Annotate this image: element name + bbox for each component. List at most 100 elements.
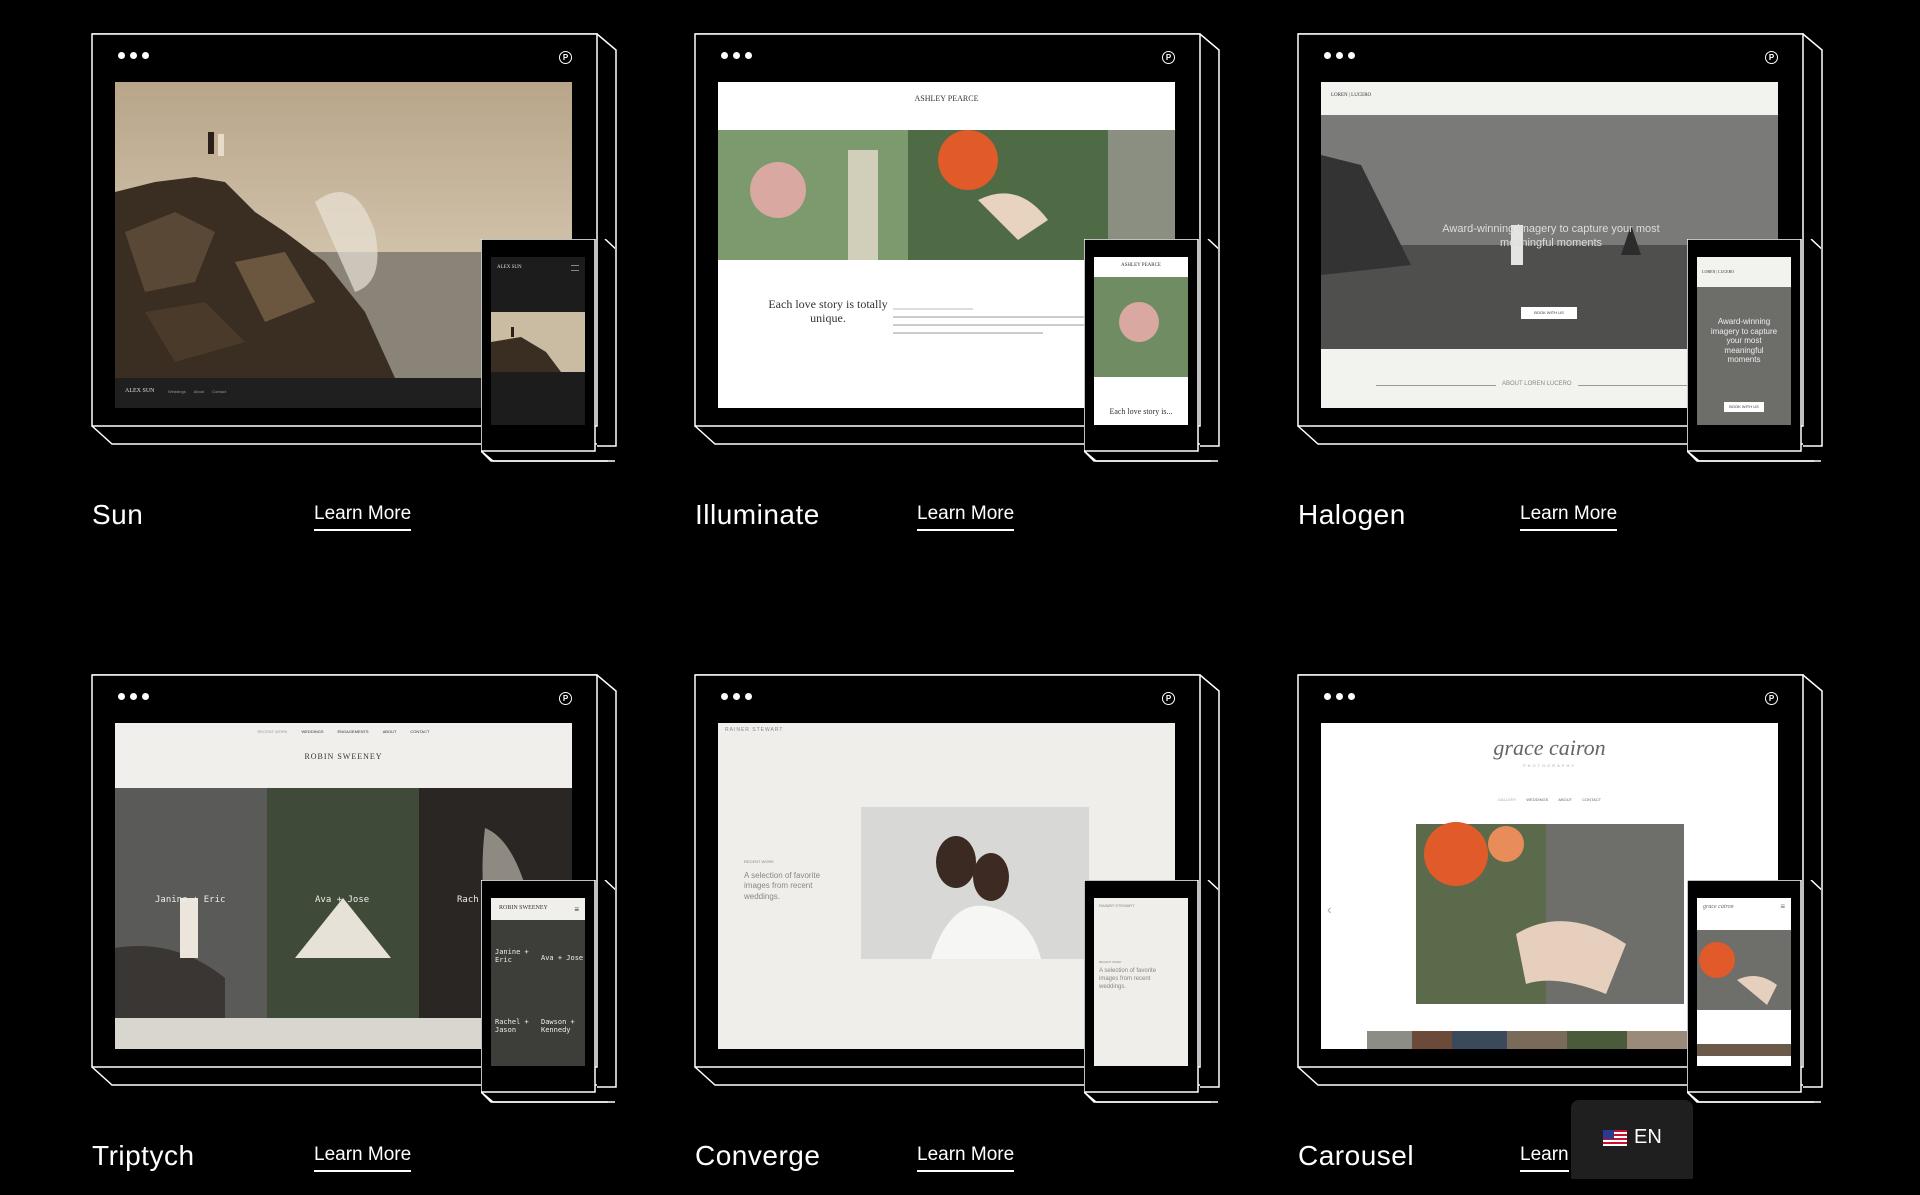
theme-card-triptych: P RECENT WORK WEDDINGS ENGAGEMENTS ABOUT…: [91, 674, 622, 1195]
book-button[interactable]: BOOK WITH US: [1521, 307, 1577, 319]
mobile-preview-screen[interactable]: RAINER STEWART RECENT WORK A selection o…: [1094, 898, 1188, 1066]
mobile-hands-photo: [1697, 930, 1791, 1010]
mobile-mockup: grace cairon ≡: [1686, 879, 1825, 1104]
mobile-preview-screen[interactable]: ROBIN SWEENEY ≡ Janine + Eric Ava + Jose…: [491, 898, 585, 1066]
mobile-rocks-photo: [491, 312, 585, 372]
theme-name: Sun: [92, 499, 144, 530]
nav-item[interactable]: CONTACT: [1582, 797, 1601, 802]
nav-item[interactable]: About: [194, 389, 204, 394]
section-label: RECENT WORK: [744, 859, 774, 864]
mobile-mockup: RAINER STEWART RECENT WORK A selection o…: [1083, 879, 1222, 1104]
mobile-heading: Each love story is...: [1109, 407, 1173, 416]
window-dots-icon: [721, 693, 752, 700]
theme-label-row: Converge Learn More: [695, 1140, 1225, 1180]
panel-label-2: Ava + Jose: [315, 895, 370, 905]
carousel-hands-photo: [1416, 822, 1684, 1004]
site-nav: RECENT WORK WEDDINGS ENGAGEMENTS ABOUT C…: [115, 729, 572, 734]
mobile-preview-screen[interactable]: LOREN | LUCERO Award-winning imagery to …: [1697, 257, 1791, 425]
language-label: EN: [1634, 1126, 1662, 1148]
nav-item[interactable]: ENGAGEMENTS: [337, 729, 368, 734]
mobile-mockup: LOREN | LUCERO Award-winning imagery to …: [1686, 238, 1825, 463]
site-title: ASHLEY PEARCE: [914, 94, 979, 103]
learn-more-link[interactable]: Learn More: [314, 1144, 412, 1172]
site-title: ALEX SUN: [125, 388, 155, 394]
hamburger-menu-icon[interactable]: ≡: [574, 905, 579, 914]
nav-item[interactable]: GALLERY: [1498, 797, 1516, 802]
nav-item[interactable]: CONTACT: [410, 729, 429, 734]
nav-item[interactable]: WEDDINGS: [1526, 797, 1548, 802]
carousel-thumbnail-strip[interactable]: [1367, 1031, 1687, 1049]
mobile-panel-label: Ava + Jose: [541, 954, 584, 962]
theme-label-row: Triptych Learn More: [92, 1140, 622, 1180]
pixieset-logo-icon: P: [1162, 51, 1175, 64]
nav-item[interactable]: RECENT WORK: [258, 729, 288, 734]
mobile-book-button[interactable]: BOOK WITH US: [1724, 402, 1764, 412]
theme-card-carousel: P grace cairon PHOTOGRAPHY GALLERY WEDDI…: [1297, 674, 1828, 1195]
pixieset-logo-icon: P: [1162, 692, 1175, 705]
theme-name: Carousel: [1298, 1140, 1415, 1171]
carousel-prev-arrow-icon[interactable]: ‹: [1327, 901, 1332, 917]
window-dots-icon: [721, 52, 752, 59]
mobile-preview-screen[interactable]: grace cairon ≡: [1697, 898, 1791, 1066]
mobile-hero: Award-winning imagery to capture your mo…: [1710, 317, 1778, 365]
nav-item[interactable]: WEDDINGS: [301, 729, 323, 734]
mobile-panel-label: Dawson + Kennedy: [541, 1018, 575, 1034]
nav-item[interactable]: ABOUT: [383, 729, 397, 734]
learn-more-link[interactable]: Learn More: [917, 1144, 1015, 1172]
pixieset-logo-icon: P: [1765, 51, 1778, 64]
theme-card-sun: P ALEX SUN Weddings About Contact ALEX S…: [91, 33, 622, 554]
mobile-bouquet-photo: [1094, 277, 1188, 377]
theme-label-row: Halogen Learn More: [1298, 499, 1828, 539]
section-caption: A selection of favorite images from rece…: [744, 871, 821, 901]
site-nav: GALLERY WEDDINGS ABOUT CONTACT: [1321, 797, 1778, 802]
site-title: grace cairon: [1493, 735, 1606, 760]
mobile-panel-label: Rachel + Jason: [495, 1018, 529, 1034]
theme-name: Illuminate: [695, 499, 820, 530]
us-flag-icon: [1603, 1130, 1627, 1146]
mobile-caption: A selection of favorite images from rece…: [1099, 968, 1157, 990]
hero-heading: Award-winning imagery to capture your mo…: [1442, 223, 1660, 250]
window-dots-icon: [1324, 693, 1355, 700]
panel-label-1: Janine + Eric: [155, 895, 226, 905]
mobile-mockup: ALEX SUN: [480, 238, 619, 463]
menu-icon[interactable]: [571, 265, 579, 271]
mobile-site-title: ALEX SUN: [497, 265, 522, 270]
mobile-site-title: ASHLEY PEARCE: [1121, 263, 1161, 268]
theme-card-illuminate: P ASHLEY PEARCE Each love story is total…: [694, 33, 1225, 554]
mobile-preview-screen[interactable]: ALEX SUN: [491, 257, 585, 425]
site-title: LOREN | LUCERO: [1331, 93, 1372, 98]
mobile-thumbnail-strip[interactable]: [1697, 1044, 1791, 1056]
nav-item[interactable]: Weddings: [168, 389, 186, 394]
learn-more-link[interactable]: Learn More: [917, 503, 1015, 531]
body-copy: [893, 302, 1093, 340]
footer-label: ABOUT LOREN LUCERO: [1496, 381, 1578, 387]
theme-label-row: Carousel Learn: [1298, 1140, 1828, 1180]
site-title: ROBIN SWEENEY: [304, 752, 383, 761]
theme-label-row: Sun Learn More: [92, 499, 622, 539]
hamburger-menu-icon[interactable]: ≡: [1780, 902, 1785, 911]
theme-name: Halogen: [1298, 499, 1406, 530]
mobile-site-title: ROBIN SWEENEY: [499, 905, 548, 911]
mobile-site-title: LOREN | LUCERO: [1702, 269, 1735, 274]
panel-label-3: Rach: [457, 895, 479, 905]
mobile-section-label: RECENT WORK: [1099, 960, 1122, 964]
mobile-preview-screen[interactable]: ASHLEY PEARCE Each love story is...: [1094, 257, 1188, 425]
language-switcher[interactable]: EN: [1571, 1100, 1693, 1179]
nav-item[interactable]: ABOUT: [1558, 797, 1572, 802]
mobile-site-title: grace cairon: [1703, 904, 1734, 910]
learn-more-link[interactable]: Learn: [1520, 1144, 1569, 1172]
learn-more-link[interactable]: Learn More: [314, 503, 412, 531]
mobile-site-title: RAINER STEWART: [1099, 903, 1135, 908]
mobile-mockup: ROBIN SWEENEY ≡ Janine + Eric Ava + Jose…: [480, 879, 619, 1104]
theme-card-halogen: P LOREN | LUCERO Award-winning imagery t…: [1297, 33, 1828, 554]
learn-more-link[interactable]: Learn More: [1520, 503, 1618, 531]
theme-name: Converge: [695, 1140, 821, 1171]
theme-label-row: Illuminate Learn More: [695, 499, 1225, 539]
couple-portrait-photo: [861, 807, 1089, 959]
mobile-panel-label: Janine + Eric: [495, 948, 529, 964]
site-subtitle: PHOTOGRAPHY: [1522, 763, 1577, 768]
pixieset-logo-icon: P: [559, 692, 572, 705]
nav-item[interactable]: Contact: [212, 389, 226, 394]
mobile-mockup: ASHLEY PEARCE Each love story is...: [1083, 238, 1222, 463]
page-heading: Each love story is totally unique.: [768, 297, 888, 326]
